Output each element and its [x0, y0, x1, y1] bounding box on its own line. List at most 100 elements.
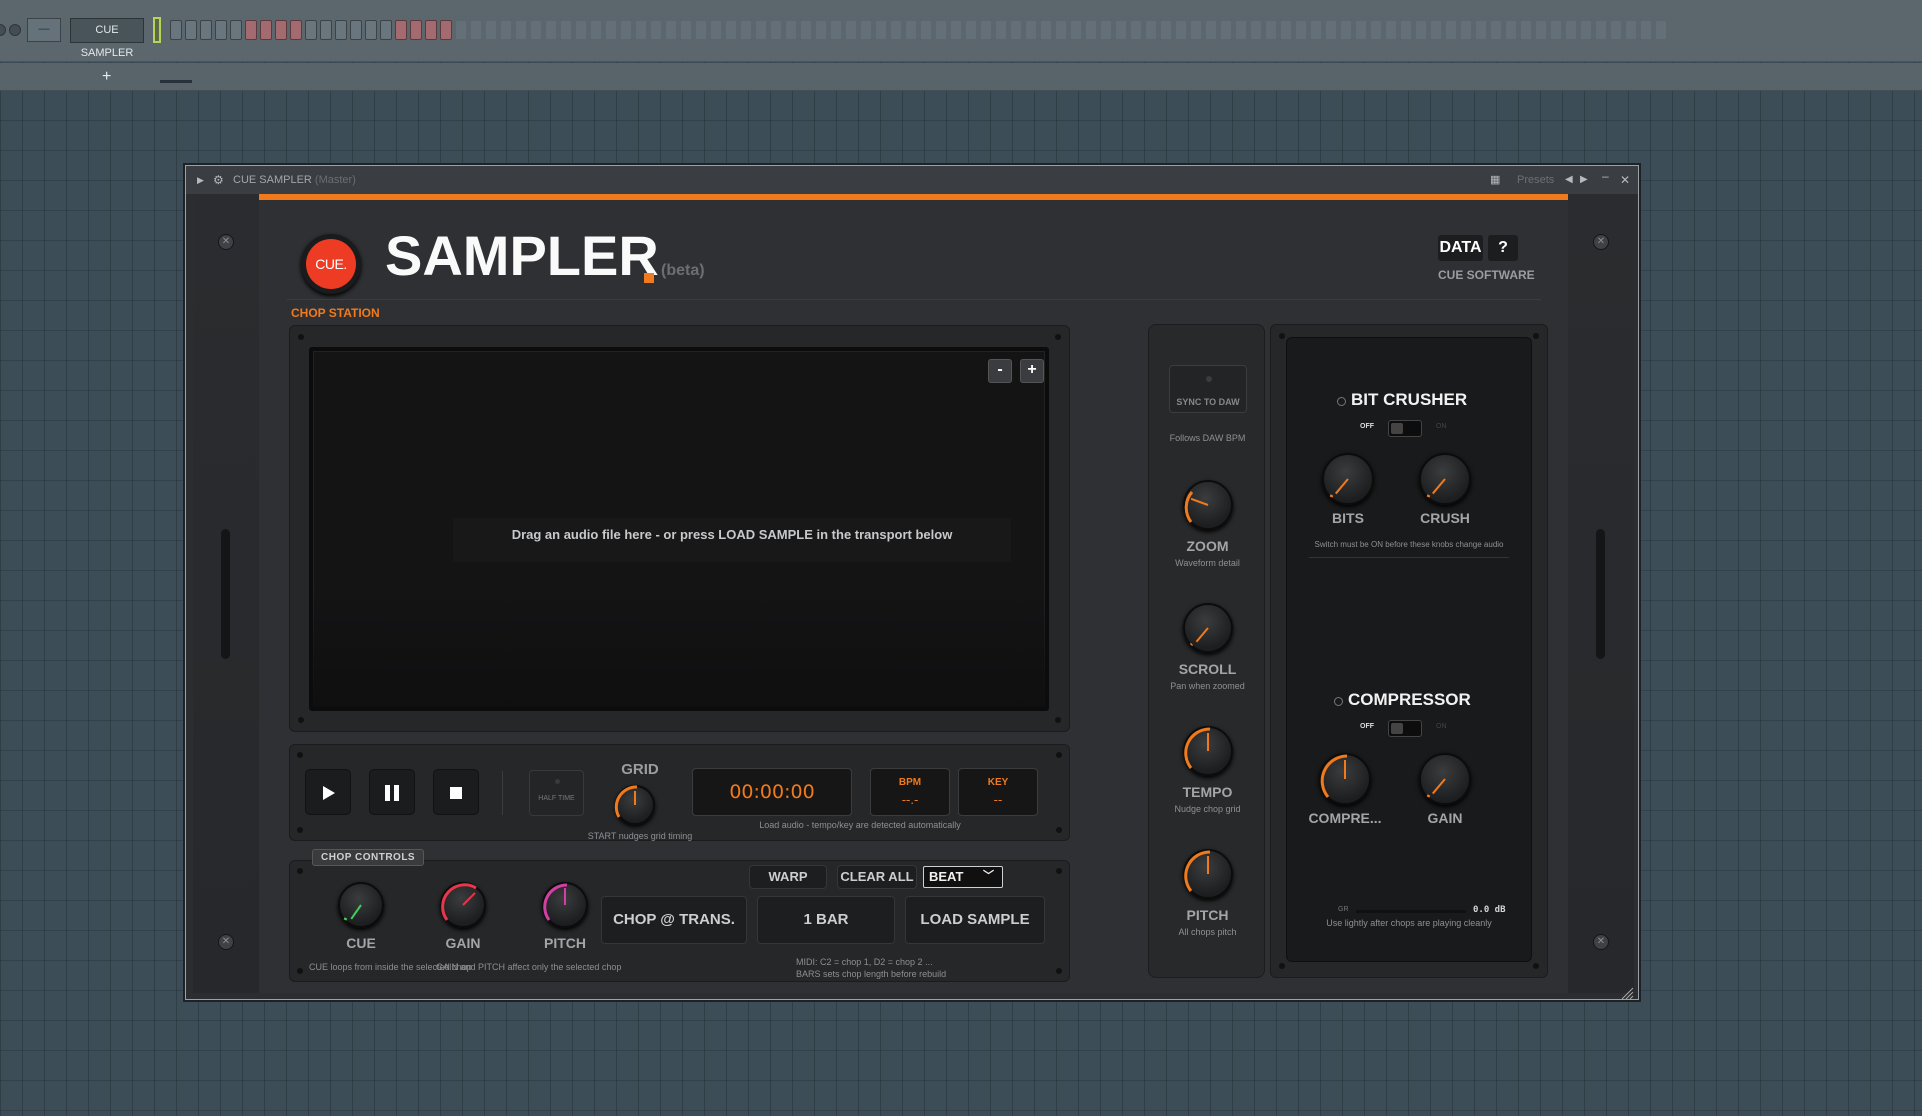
step-button[interactable]	[1220, 20, 1232, 40]
step-button[interactable]	[575, 20, 587, 40]
step-button[interactable]	[1130, 20, 1142, 40]
zoom-out-button[interactable]: -	[988, 359, 1012, 383]
step-button[interactable]	[1295, 20, 1307, 40]
collapse-arrow-icon[interactable]: ▶	[197, 175, 204, 186]
step-button[interactable]	[1070, 20, 1082, 40]
cue-knob[interactable]	[338, 882, 384, 928]
load-sample-button[interactable]: LOAD SAMPLE	[905, 896, 1045, 944]
step-button[interactable]	[440, 20, 452, 40]
channel-name-button[interactable]: CUE SAMPLER	[70, 18, 144, 59]
step-button[interactable]	[890, 20, 902, 40]
sync-to-daw-button[interactable]: SYNC TO DAW	[1169, 365, 1247, 413]
add-channel-button[interactable]: +	[102, 68, 111, 86]
close-button[interactable]: ✕	[1620, 173, 1630, 187]
step-button[interactable]	[650, 20, 662, 40]
channel-mini-button[interactable]: —	[27, 18, 61, 42]
step-button[interactable]	[1490, 20, 1502, 40]
step-button[interactable]	[485, 20, 497, 40]
step-button[interactable]	[395, 20, 407, 40]
step-button[interactable]	[1325, 20, 1337, 40]
gain-knob[interactable]	[440, 882, 486, 928]
step-button[interactable]	[1580, 20, 1592, 40]
step-button[interactable]	[500, 20, 512, 40]
step-button[interactable]	[1115, 20, 1127, 40]
step-button[interactable]	[260, 20, 272, 40]
step-button[interactable]	[1415, 20, 1427, 40]
step-button[interactable]	[1460, 20, 1472, 40]
step-button[interactable]	[860, 20, 872, 40]
step-button[interactable]	[380, 20, 392, 40]
bitcrusher-toggle[interactable]: OFF ON	[1360, 419, 1460, 437]
clear-all-button[interactable]: CLEAR ALL	[837, 865, 917, 889]
step-button[interactable]	[1085, 20, 1097, 40]
beat-select[interactable]: BEAT ﹀	[923, 866, 1003, 888]
step-button[interactable]	[1175, 20, 1187, 40]
step-button[interactable]	[425, 20, 437, 40]
step-button[interactable]	[1280, 20, 1292, 40]
pitch-knob[interactable]	[542, 882, 588, 928]
step-button[interactable]	[1205, 20, 1217, 40]
stop-button[interactable]	[433, 769, 479, 815]
step-button[interactable]	[515, 20, 527, 40]
step-button[interactable]	[605, 20, 617, 40]
step-button[interactable]	[1340, 20, 1352, 40]
gear-icon[interactable]: ⚙	[213, 173, 224, 187]
scroll-knob[interactable]	[1183, 603, 1233, 653]
help-button[interactable]: ?	[1488, 235, 1518, 261]
step-button[interactable]	[1100, 20, 1112, 40]
step-button[interactable]	[635, 20, 647, 40]
step-button[interactable]	[335, 20, 347, 40]
step-button[interactable]	[530, 20, 542, 40]
step-button[interactable]	[215, 20, 227, 40]
step-button[interactable]	[800, 20, 812, 40]
step-button[interactable]	[455, 20, 467, 40]
step-button[interactable]	[1265, 20, 1277, 40]
step-button[interactable]	[1505, 20, 1517, 40]
preset-next-icon[interactable]: ▶	[1580, 174, 1588, 185]
step-button[interactable]	[1355, 20, 1367, 40]
minimize-button[interactable]: ‒	[1602, 169, 1609, 183]
step-button[interactable]	[170, 20, 182, 40]
step-button[interactable]	[905, 20, 917, 40]
zoom-knob[interactable]	[1183, 480, 1233, 530]
step-button[interactable]	[665, 20, 677, 40]
bits-knob[interactable]	[1322, 453, 1374, 505]
step-button[interactable]	[725, 20, 737, 40]
resize-handle-icon[interactable]	[1620, 986, 1634, 1000]
plugin-titlebar[interactable]: ▶ ⚙ CUE SAMPLER (Master) ▦ Presets ◀ ▶ ‒…	[186, 166, 1638, 194]
step-button[interactable]	[995, 20, 1007, 40]
step-button[interactable]	[755, 20, 767, 40]
step-button[interactable]	[200, 20, 212, 40]
channel-select-indicator[interactable]	[153, 17, 161, 43]
step-button[interactable]	[1250, 20, 1262, 40]
step-button[interactable]	[950, 20, 962, 40]
comp-gain-knob[interactable]	[1419, 753, 1471, 805]
step-button[interactable]	[1160, 20, 1172, 40]
waveform-display[interactable]: Drag an audio file here - or press LOAD …	[309, 347, 1049, 711]
step-button[interactable]	[1520, 20, 1532, 40]
step-button[interactable]	[1550, 20, 1562, 40]
step-button[interactable]	[545, 20, 557, 40]
step-button[interactable]	[560, 20, 572, 40]
step-button[interactable]	[1385, 20, 1397, 40]
step-button[interactable]	[185, 20, 197, 40]
step-button[interactable]	[980, 20, 992, 40]
step-button[interactable]	[230, 20, 242, 40]
step-button[interactable]	[770, 20, 782, 40]
step-button[interactable]	[1625, 20, 1637, 40]
step-button[interactable]	[740, 20, 752, 40]
step-button[interactable]	[1235, 20, 1247, 40]
pause-button[interactable]	[369, 769, 415, 815]
step-button[interactable]	[1025, 20, 1037, 40]
step-button[interactable]	[1595, 20, 1607, 40]
step-button[interactable]	[935, 20, 947, 40]
step-button[interactable]	[965, 20, 977, 40]
grid-view-icon[interactable]: ▦	[1490, 173, 1500, 186]
step-button[interactable]	[815, 20, 827, 40]
preset-prev-icon[interactable]: ◀	[1565, 174, 1573, 185]
step-button[interactable]	[320, 20, 332, 40]
step-button[interactable]	[1370, 20, 1382, 40]
step-button[interactable]	[1430, 20, 1442, 40]
play-button[interactable]	[305, 769, 351, 815]
step-button[interactable]	[1040, 20, 1052, 40]
